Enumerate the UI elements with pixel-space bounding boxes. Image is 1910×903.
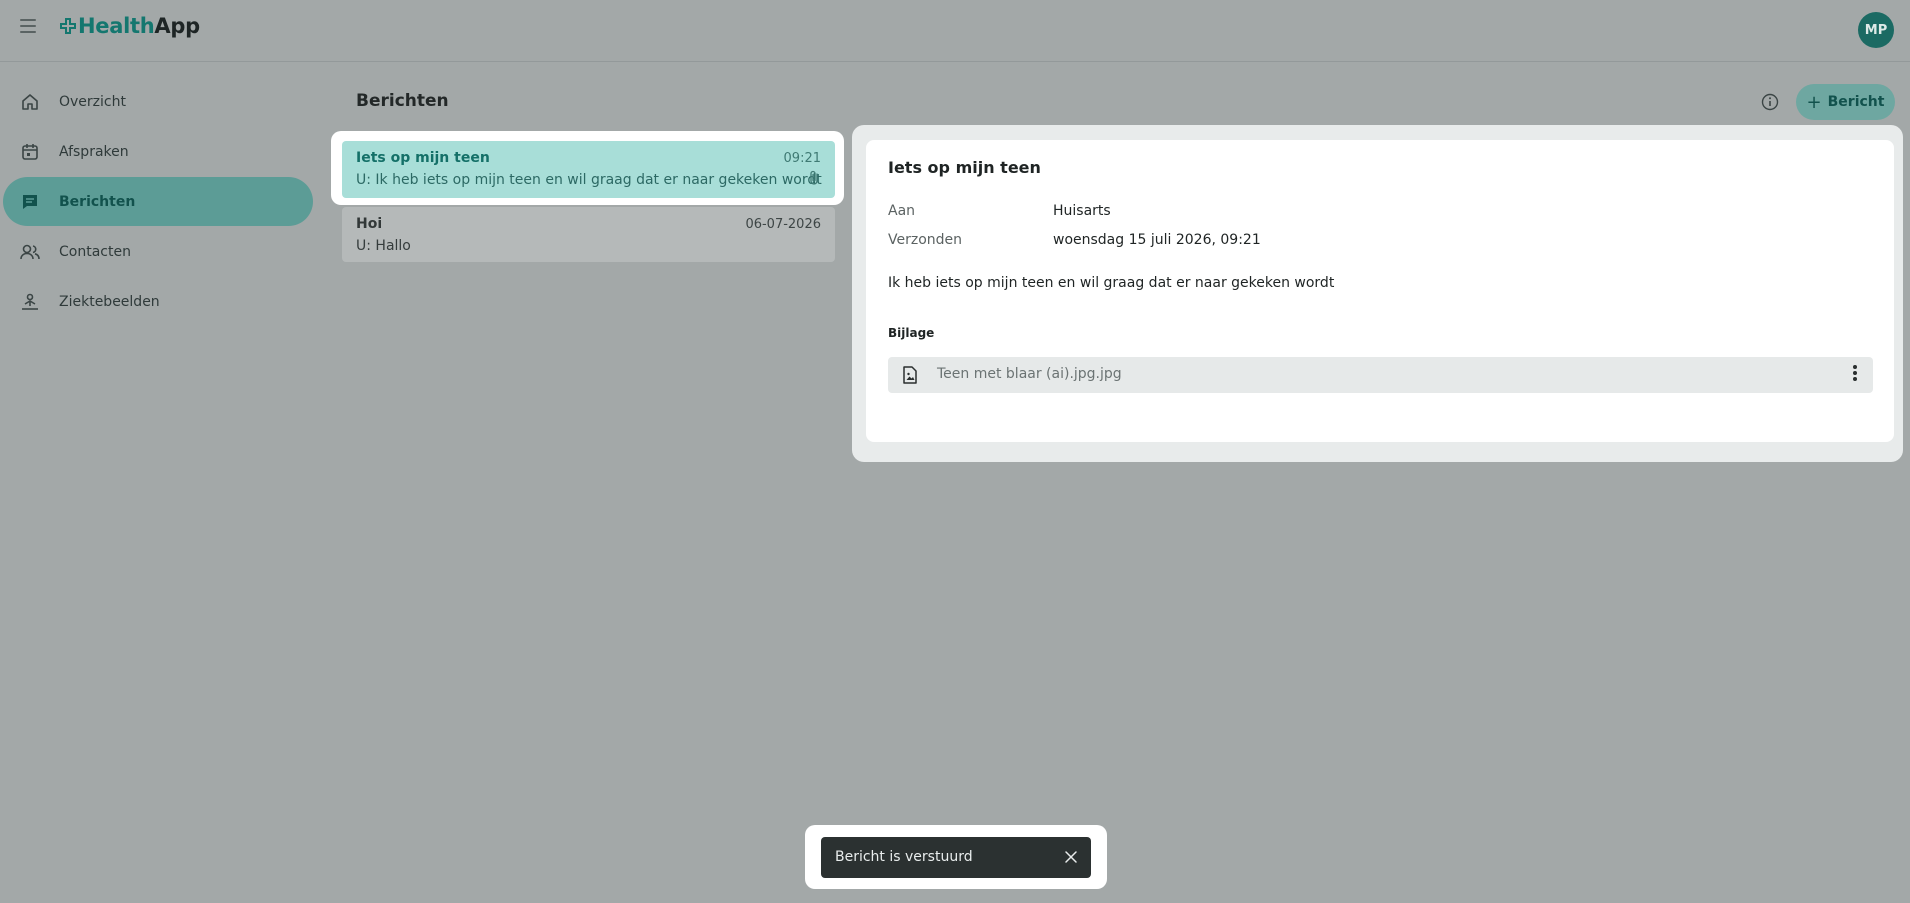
top-bar: Health App MP	[0, 0, 1910, 62]
sidebar-item-label: Afspraken	[59, 143, 129, 160]
page-title: Berichten	[356, 91, 449, 111]
toast-message: Bericht is verstuurd	[835, 849, 973, 865]
message-time: 09:21	[783, 151, 821, 166]
detail-to-label: Aan	[888, 203, 916, 219]
message-detail-card	[866, 140, 1894, 442]
calendar-icon	[19, 141, 41, 163]
user-avatar[interactable]: MP	[1858, 12, 1894, 48]
sidebar-item-contacten[interactable]: Contacten	[3, 227, 313, 276]
app-logo[interactable]: Health App	[60, 14, 200, 38]
message-preview: U: Hallo	[356, 238, 411, 254]
info-icon[interactable]	[1761, 93, 1779, 111]
sidebar-item-label: Berichten	[59, 193, 136, 210]
attachment-filename: Teen met blaar (ai).jpg.jpg	[937, 366, 1122, 382]
toast-notification: Bericht is verstuurd	[821, 837, 1091, 878]
message-list-item[interactable]: Iets op mijn teen 09:21 U: Ik heb iets o…	[342, 141, 835, 198]
home-icon	[19, 91, 41, 113]
message-list-item[interactable]: Hoi 06-07-2026 U: Hallo	[342, 207, 835, 262]
message-preview: U: Ik heb iets op mijn teen en wil graag…	[356, 172, 822, 188]
message-icon	[19, 191, 41, 213]
detail-sent-value: woensdag 15 juli 2026, 09:21	[1053, 232, 1261, 248]
health-cross-icon	[60, 18, 76, 34]
attachment-heading: Bijlage	[888, 326, 935, 340]
contacts-icon	[19, 241, 41, 263]
close-icon[interactable]	[1063, 849, 1079, 865]
condition-icon	[19, 291, 41, 313]
attachment-item[interactable]: Teen met blaar (ai).jpg.jpg	[888, 357, 1873, 393]
new-message-button[interactable]: + Bericht	[1796, 84, 1895, 120]
logo-text-app: App	[154, 14, 200, 38]
plus-icon: +	[1806, 91, 1822, 113]
sidebar-item-ziektebeelden[interactable]: Ziektebeelden	[3, 277, 313, 326]
more-options-icon[interactable]	[1851, 365, 1859, 385]
message-subject: Iets op mijn teen	[356, 150, 490, 166]
paperclip-icon	[810, 170, 818, 185]
sidebar-item-berichten[interactable]: Berichten	[3, 177, 313, 226]
detail-to-value: Huisarts	[1053, 203, 1111, 219]
sidebar-item-afspraken[interactable]: Afspraken	[3, 127, 313, 176]
image-file-icon	[903, 366, 917, 384]
hamburger-menu-icon[interactable]	[20, 19, 36, 35]
detail-subject: Iets op mijn teen	[888, 158, 1041, 177]
new-message-label: Bericht	[1827, 94, 1885, 110]
logo-text-health: Health	[78, 14, 155, 38]
detail-sent-label: Verzonden	[888, 232, 963, 248]
sidebar-item-label: Overzicht	[59, 93, 126, 110]
sidebar-item-label: Contacten	[59, 243, 131, 260]
detail-body: Ik heb iets op mijn teen en wil graag da…	[888, 275, 1335, 291]
sidebar-item-overzicht[interactable]: Overzicht	[3, 77, 313, 126]
message-subject: Hoi	[356, 216, 383, 232]
sidebar-item-label: Ziektebeelden	[59, 293, 160, 310]
message-time: 06-07-2026	[745, 217, 821, 232]
